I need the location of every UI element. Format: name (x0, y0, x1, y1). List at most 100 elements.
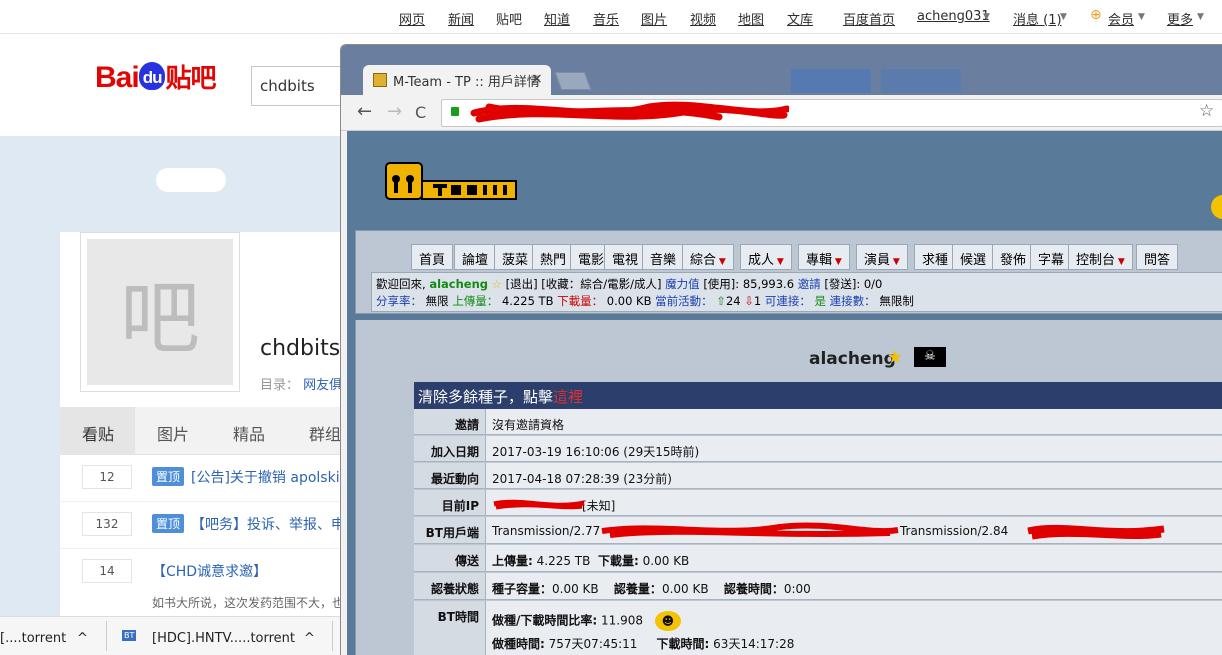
pinned-badge: 置顶 (152, 514, 185, 533)
row-label: 邀請 (414, 409, 486, 434)
chevron-up-icon[interactable]: ^ (77, 631, 88, 646)
bar-avatar[interactable]: 吧 (80, 232, 240, 392)
post-title[interactable]: 【吧务】投诉、举报、申 (191, 514, 345, 534)
nav-wenku[interactable]: 文库 (787, 9, 813, 28)
baidu-top-nav: 网页 新闻 贴吧 知道 音乐 图片 视频 地图 文库 百度首页 acheng03… (0, 0, 1222, 34)
menu-item[interactable]: 求種 (914, 244, 957, 270)
menu-item[interactable]: 首頁 (411, 244, 454, 270)
menu-item-label: 菠菜 (502, 253, 529, 268)
bookmarks-link[interactable]: [收藏：綜合/電影/成人] (541, 277, 661, 291)
menu-item[interactable]: 綜合 ▼ (682, 244, 734, 270)
tab-title: M-Team - TP :: 用戶詳情 (393, 75, 540, 90)
seeding-arrow-icon: ⇧ (716, 294, 726, 308)
nav-user[interactable]: acheng031 (917, 9, 990, 24)
row-label: BT用戶端 (414, 517, 486, 543)
nav-member[interactable]: 会员 (1108, 9, 1134, 28)
menu-item[interactable]: 專輯 ▼ (798, 244, 850, 270)
nav-map[interactable]: 地图 (738, 9, 764, 28)
client-2: Transmission/2.84 (899, 524, 1009, 538)
upload-value: 4.225 TB (501, 294, 554, 308)
menu-item[interactable]: 成人 ▼ (740, 244, 792, 270)
catalog-link[interactable]: 网友俱 (303, 378, 342, 393)
table-row: 目前IP [未知] (414, 490, 1222, 516)
dropdown-arrow-icon: ▼ (716, 257, 726, 267)
star-icon: ☆ (491, 277, 502, 291)
nav-tieba[interactable]: 贴吧 (496, 9, 522, 28)
seed-size-label: 種子容量： (492, 582, 553, 596)
menu-item[interactable]: 菠菜 (494, 244, 537, 270)
menu-item-label: 音樂 (650, 253, 677, 268)
chevron-up-icon[interactable]: ^ (304, 631, 315, 646)
table-row: BT時間 做種/下載時間比率: 11.908 ☻ 做種時間: 757天07:45… (414, 601, 1222, 655)
download-label: 下載量: (598, 554, 639, 568)
row-label: 目前IP (414, 490, 486, 515)
nav-messages[interactable]: 消息 (1) (1013, 9, 1062, 28)
baidu-search-input[interactable]: chdbits (251, 66, 351, 106)
menu-item[interactable]: 演員 ▼ (856, 244, 908, 270)
redaction-scribble (493, 499, 585, 510)
leeching-count: 1 (753, 294, 762, 308)
nav-web[interactable]: 网页 (399, 9, 425, 28)
time-line: 做種時間: 757天07:45:11 下載時間: 63天14:17:28 (492, 635, 1217, 652)
username-link[interactable]: alacheng (429, 277, 488, 291)
post-title[interactable]: [公告]关于撤销 apolskis (191, 467, 347, 487)
menu-item[interactable]: 熱門 (532, 244, 575, 270)
row-value: 上傳量: 4.225 TB 下載量: 0.00 KB (486, 545, 1222, 571)
menu-item-label: 成人 (748, 253, 775, 268)
bonus-link[interactable]: 魔力值 (665, 277, 700, 291)
nav-news[interactable]: 新闻 (448, 9, 474, 28)
invite-link[interactable]: 邀請 (798, 277, 821, 291)
menu-item[interactable]: 字幕 (1030, 244, 1073, 270)
chevron-down-icon: ▼ (1138, 12, 1145, 22)
row-value: 2017-03-19 16:10:06 (29天15時前) (486, 436, 1222, 461)
redaction-scribble (1027, 524, 1165, 540)
nav-more[interactable]: 更多 (1167, 9, 1193, 28)
menu-item[interactable]: 候選 (952, 244, 995, 270)
tab-posts[interactable]: 看贴 (82, 421, 114, 445)
stats-line: 分享率： 無限 上傳量： 4.225 TB 下載量： 0.00 KB 當前活動：… (376, 293, 914, 309)
cleanup-banner: 清除多餘種子，點擊這裡 (414, 382, 1222, 409)
nav-zhidao[interactable]: 知道 (544, 9, 570, 28)
menu-item[interactable]: 發佈 (992, 244, 1035, 270)
menu-item-label: 字幕 (1038, 253, 1065, 268)
menu-item-label: 綜合 (690, 253, 717, 268)
reload-icon[interactable]: C (415, 103, 426, 122)
tab-featured[interactable]: 精品 (233, 421, 265, 445)
list-item[interactable]: 12 置顶 [公告]关于撤销 apolskis (60, 455, 350, 502)
client-1: Transmission/2.77 (492, 524, 601, 538)
nav-video[interactable]: 视频 (690, 9, 716, 28)
menu-item-label: 論壇 (462, 253, 489, 268)
mteam-logo[interactable] (385, 157, 517, 207)
post-title[interactable]: 【CHD诚意求邀】 (152, 561, 267, 581)
new-tab-button[interactable] (554, 72, 592, 90)
back-arrow-icon[interactable]: ← (357, 101, 372, 122)
nav-music[interactable]: 音乐 (593, 9, 619, 28)
baidu-tieba-logo[interactable]: Bai du 贴吧 (95, 58, 216, 95)
member-icon: ⊕ (1090, 7, 1102, 23)
tab-groups[interactable]: 群组 (309, 421, 341, 445)
browser-window: M-Team - TP :: 用戶詳情 × ← → C ☆ 首頁 論壇 菠菜 熱門 電影… (340, 44, 1222, 655)
logo-bai: Bai (95, 61, 140, 94)
menu-item[interactable]: 電視 (604, 244, 647, 270)
menu-item-label: 候選 (960, 253, 987, 268)
bar-catalog: 目录： 网友俱 (260, 374, 342, 393)
menu-item[interactable]: 音樂 (642, 244, 685, 270)
row-value: 做種/下載時間比率: 11.908 ☻ 做種時間: 757天07:45:11 下… (486, 601, 1222, 655)
smiley-icon: ☻ (654, 611, 681, 631)
tab-images[interactable]: 图片 (157, 421, 189, 445)
forward-arrow-icon[interactable]: → (387, 101, 402, 122)
menu-item[interactable]: 問答 (1136, 244, 1179, 270)
close-icon[interactable]: × (531, 71, 543, 87)
menu-item[interactable]: 控制台 ▼ (1068, 244, 1133, 270)
list-item[interactable]: 132 置顶 【吧务】投诉、举报、申 (60, 502, 350, 549)
bookmark-star-icon[interactable]: ☆ (1199, 101, 1214, 121)
download-item-1[interactable]: [....torrent (0, 631, 66, 646)
menu-item-label: 專輯 (806, 253, 833, 268)
banner-link[interactable]: 這裡 (553, 388, 583, 406)
logout-link[interactable]: [退出] (506, 277, 538, 291)
nav-baidu-home[interactable]: 百度首页 (843, 9, 895, 28)
menu-item[interactable]: 論壇 (454, 244, 497, 270)
nav-images[interactable]: 图片 (641, 9, 667, 28)
dropdown-arrow-icon: ▼ (890, 257, 900, 267)
download-item-2[interactable]: [HDC].HNTV.....torrent (152, 631, 295, 646)
